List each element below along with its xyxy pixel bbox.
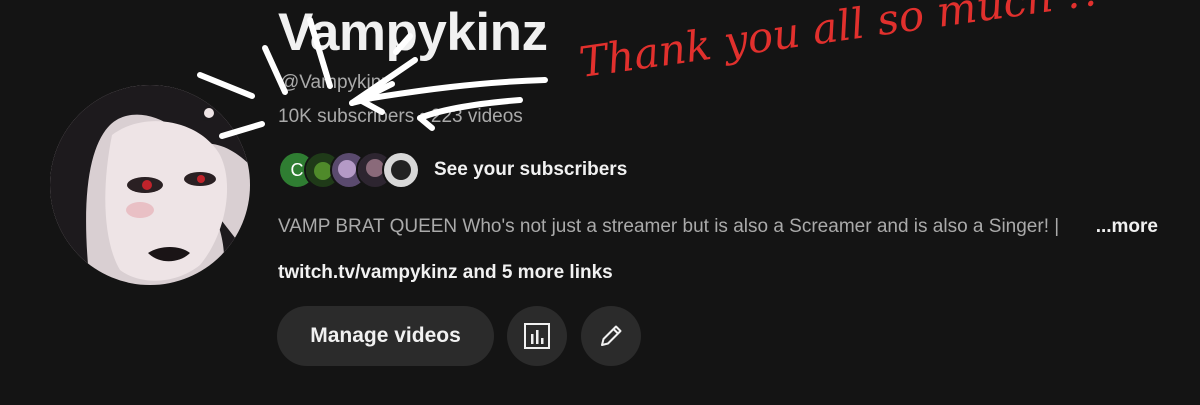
channel-title: Vampykinz bbox=[278, 3, 548, 62]
channel-links: twitch.tv/vampykinz and 5 more links bbox=[278, 262, 613, 284]
channel-avatar[interactable] bbox=[50, 85, 250, 285]
see-subscribers-link[interactable]: See your subscribers bbox=[434, 159, 627, 181]
channel-handle: @Vampykinz bbox=[280, 72, 391, 93]
twitch-link[interactable]: twitch.tv/vampykinz bbox=[278, 262, 458, 283]
channel-description[interactable]: VAMP BRAT QUEEN Who's not just a streame… bbox=[278, 216, 1158, 240]
channel-stats: 10K subscribers • 223 videos bbox=[278, 106, 523, 128]
subscriber-count: 10K subscribers bbox=[278, 106, 415, 127]
description-more-link[interactable]: ...more bbox=[1081, 216, 1158, 238]
avatar-illustration bbox=[50, 85, 250, 285]
analytics-button[interactable] bbox=[507, 306, 567, 366]
handwritten-thank-you-note: Thank you all so much !! bbox=[576, 0, 1104, 87]
subscriber-avatar bbox=[382, 151, 420, 189]
manage-videos-button[interactable]: Manage videos bbox=[277, 306, 494, 366]
video-count: 223 videos bbox=[430, 106, 523, 127]
pencil-icon bbox=[601, 325, 622, 346]
subscriber-avatar-image bbox=[384, 153, 418, 187]
subscriber-avatar-stack: C bbox=[278, 151, 420, 189]
edit-channel-button[interactable] bbox=[581, 306, 641, 366]
description-text: VAMP BRAT QUEEN Who's not just a streame… bbox=[278, 216, 1060, 237]
bar-chart-icon bbox=[524, 323, 550, 349]
more-links-link[interactable]: and 5 more links bbox=[458, 262, 613, 283]
see-subscribers-row[interactable]: C See your subscribers bbox=[278, 150, 627, 190]
stats-separator: • bbox=[419, 106, 426, 127]
